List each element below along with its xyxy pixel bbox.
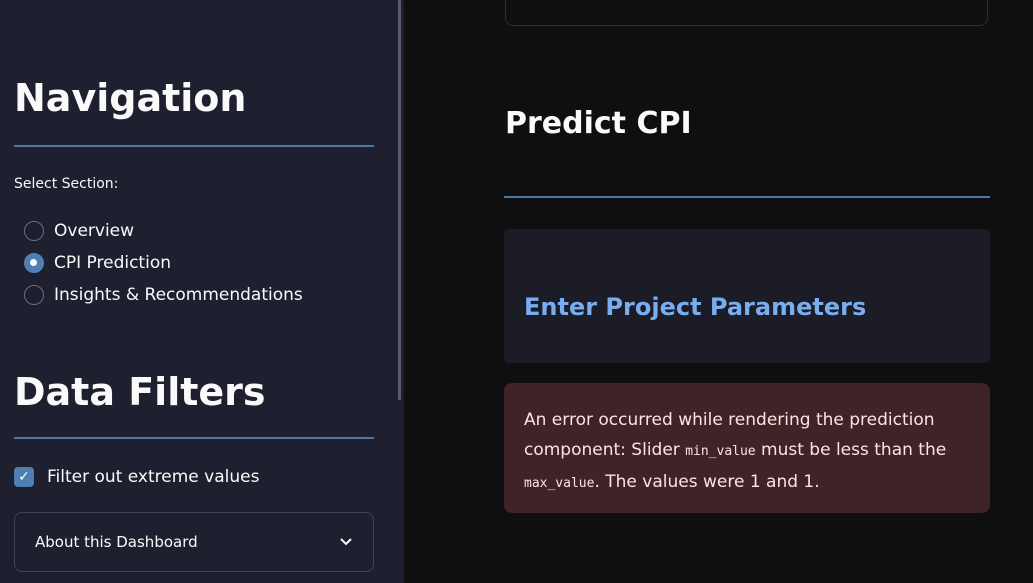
divider bbox=[14, 437, 374, 439]
error-text: must be less than the bbox=[755, 440, 947, 460]
error-alert: An error occurred while rendering the pr… bbox=[504, 383, 990, 513]
radio-label: CPI Prediction bbox=[54, 253, 171, 273]
radio-icon bbox=[24, 285, 44, 305]
top-card bbox=[505, 0, 988, 26]
divider bbox=[504, 196, 990, 198]
radio-cpi-prediction[interactable]: CPI Prediction bbox=[24, 253, 171, 273]
filter-extreme-checkbox[interactable]: ✓ Filter out extreme values bbox=[14, 467, 259, 487]
divider bbox=[14, 145, 374, 147]
radio-label: Insights & Recommendations bbox=[54, 285, 303, 305]
radio-icon bbox=[24, 221, 44, 241]
error-text: . The values were 1 and 1. bbox=[594, 472, 820, 492]
error-code: max_value bbox=[524, 476, 595, 491]
parameters-card: Enter Project Parameters bbox=[504, 229, 990, 363]
navigation-heading: Navigation bbox=[14, 76, 247, 120]
select-section-label: Select Section: bbox=[14, 176, 119, 192]
checkbox-label: Filter out extreme values bbox=[47, 467, 260, 487]
error-code: min_value bbox=[685, 444, 756, 459]
sidebar: Navigation Select Section: Overview CPI … bbox=[0, 0, 404, 583]
chevron-down-icon bbox=[340, 538, 352, 546]
parameters-heading: Enter Project Parameters bbox=[524, 293, 867, 321]
radio-overview[interactable]: Overview bbox=[24, 221, 134, 241]
radio-label: Overview bbox=[54, 221, 135, 241]
sidebar-scrollbar[interactable] bbox=[398, 0, 401, 400]
checkbox-checked-icon: ✓ bbox=[14, 467, 34, 487]
data-filters-heading: Data Filters bbox=[14, 370, 266, 414]
expander-label: About this Dashboard bbox=[35, 533, 198, 551]
radio-insights[interactable]: Insights & Recommendations bbox=[24, 285, 303, 305]
radio-selected-icon bbox=[24, 253, 44, 273]
about-expander[interactable]: About this Dashboard bbox=[14, 512, 374, 572]
page-title: Predict CPI bbox=[505, 106, 692, 141]
